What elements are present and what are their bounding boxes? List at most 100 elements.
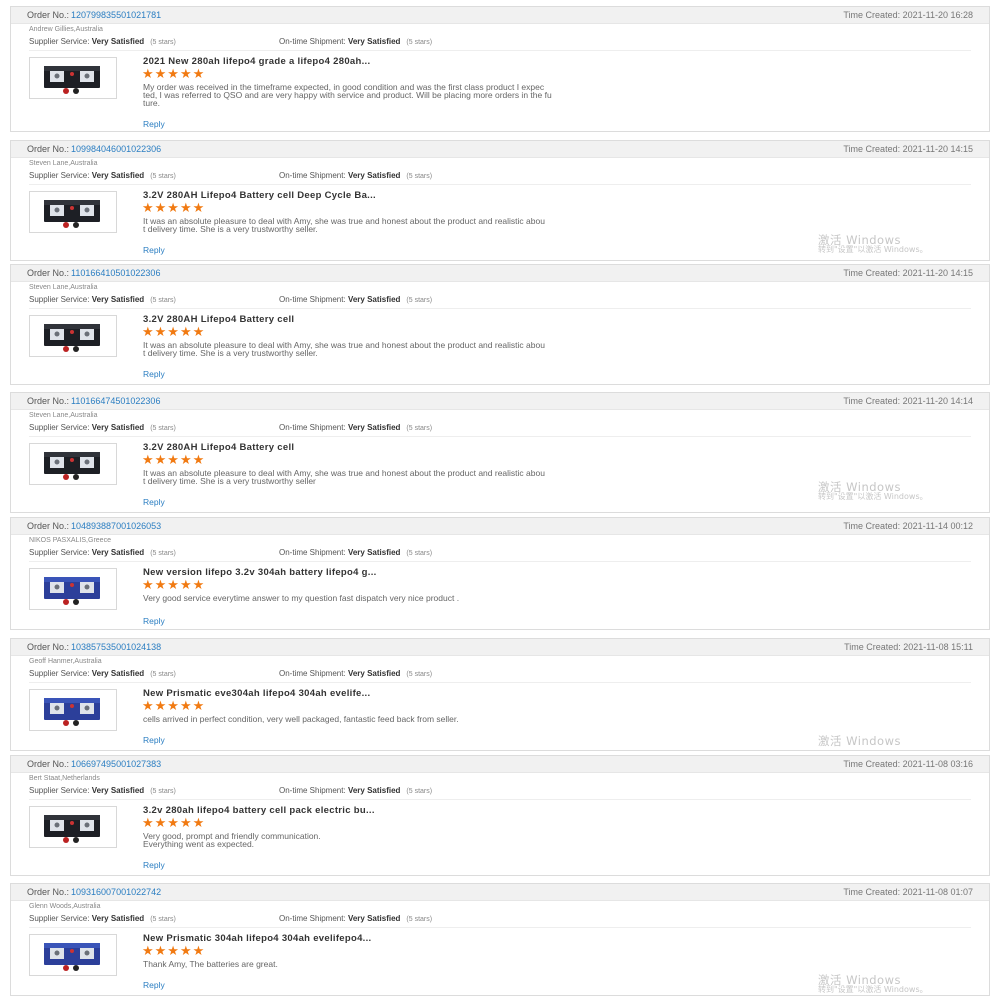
rating-stars: ★★★★★	[142, 66, 206, 81]
time-created-label: Time Created:	[843, 887, 901, 897]
reply-link[interactable]: Reply	[143, 860, 165, 870]
product-thumbnail[interactable]	[29, 689, 117, 731]
order-number-link[interactable]: 109984046001022306	[71, 144, 161, 154]
supplier-service-label: Supplier Service:	[29, 295, 90, 304]
buyer-name: NIKOS PASXALIS,Greece	[29, 537, 111, 544]
order-number-link[interactable]: 106697495001027383	[71, 759, 161, 769]
order-number-link[interactable]: 103857535001024138	[71, 642, 161, 652]
on-time-shipment-label: On-time Shipment:	[279, 914, 346, 923]
watermark-line2: 转到"设置"以激活 Windows。	[818, 985, 928, 994]
product-thumbnail[interactable]	[29, 57, 117, 99]
order-number-link[interactable]: 109316007001022742	[71, 887, 161, 897]
supplier-service-label: Supplier Service:	[29, 423, 90, 432]
order-number-link[interactable]: 110166410501022306	[71, 268, 160, 278]
on-time-shipment-label: On-time Shipment:	[279, 786, 346, 795]
order-number-label: Order No.:	[27, 396, 70, 406]
reply-link[interactable]: Reply	[143, 980, 165, 990]
review-card-5: Order No.: 104893887001026053 Time Create…	[10, 517, 990, 630]
on-time-shipment-value: Very Satisfied	[347, 786, 401, 795]
order-number-label: Order No.:	[27, 887, 70, 897]
supplier-service-rating: Supplier Service: Very Satisfied (5 stars…	[29, 171, 176, 180]
on-time-shipment-value: Very Satisfied	[347, 171, 401, 180]
buyer-name: Bert Staat,Netherlands	[29, 775, 100, 782]
supplier-service-value: Very Satisfied	[91, 171, 145, 180]
review-card-header: Order No.: 109316007001022742 Time Create…	[11, 884, 989, 901]
on-time-shipment-label: On-time Shipment:	[279, 423, 346, 432]
battery-cell-image	[44, 324, 100, 352]
supplier-service-stars: (5 stars)	[150, 425, 176, 432]
watermark-line2: 转到"设置"以激活 Windows。	[818, 245, 928, 254]
on-time-shipment-rating: On-time Shipment: Very Satisfied (5 stars…	[279, 171, 432, 180]
service-ratings: Supplier Service: Very Satisfied (5 stars…	[29, 423, 629, 432]
product-thumbnail[interactable]	[29, 934, 117, 976]
order-number-label: Order No.:	[27, 521, 70, 531]
divider	[29, 436, 971, 437]
review-card-header: Order No.: 110166410501022306 Time Create…	[11, 265, 989, 282]
service-ratings: Supplier Service: Very Satisfied (5 stars…	[29, 171, 629, 180]
reply-link[interactable]: Reply	[143, 369, 165, 379]
divider	[29, 799, 971, 800]
order-number-link[interactable]: 104893887001026053	[71, 521, 161, 531]
battery-cell-image	[44, 698, 100, 726]
product-thumbnail[interactable]	[29, 443, 117, 485]
product-thumbnail[interactable]	[29, 191, 117, 233]
time-created-value: 2021-11-20 16:28	[902, 10, 973, 20]
rating-stars: ★★★★★	[142, 815, 206, 830]
order-number-link[interactable]: 110166474501022306	[71, 396, 160, 406]
supplier-service-stars: (5 stars)	[150, 916, 176, 923]
on-time-shipment-rating: On-time Shipment: Very Satisfied (5 stars…	[279, 786, 432, 795]
supplier-service-stars: (5 stars)	[150, 39, 176, 46]
time-created: Time Created: 2021-11-08 01:07	[843, 884, 973, 900]
buyer-name: Geoff Hanmer,Australia	[29, 658, 102, 665]
review-card-1: Order No.: 12079983550102178​1 Time Creat…	[10, 6, 990, 132]
order-number-label: Order No.:	[27, 759, 70, 769]
service-ratings: Supplier Service: Very Satisfied (5 stars…	[29, 786, 629, 795]
on-time-shipment-label: On-time Shipment:	[279, 171, 346, 180]
on-time-shipment-rating: On-time Shipment: Very Satisfied (5 stars…	[279, 914, 432, 923]
rating-stars: ★★★★★	[142, 577, 206, 592]
battery-cell-image	[44, 943, 100, 971]
rating-stars: ★★★★★	[142, 452, 206, 467]
buyer-name: Andrew Gillies,Australia	[29, 26, 103, 33]
on-time-shipment-label: On-time Shipment:	[279, 548, 346, 557]
reply-link[interactable]: Reply	[143, 616, 165, 626]
windows-activation-watermark: 激活 Windows	[818, 735, 901, 747]
battery-cell-image	[44, 66, 100, 94]
reply-link[interactable]: Reply	[143, 245, 165, 255]
supplier-service-label: Supplier Service:	[29, 786, 90, 795]
supplier-service-stars: (5 stars)	[150, 788, 176, 795]
reply-link[interactable]: Reply	[143, 497, 165, 507]
product-thumbnail[interactable]	[29, 806, 117, 848]
divider	[29, 927, 971, 928]
review-card-header: Order No.: 110166474501022306 Time Create…	[11, 393, 989, 410]
order-number-link[interactable]: 12079983550102178​1	[71, 10, 161, 20]
divider	[29, 184, 971, 185]
reply-link[interactable]: Reply	[143, 735, 165, 745]
on-time-shipment-stars: (5 stars)	[406, 671, 433, 678]
supplier-service-value: Very Satisfied	[91, 423, 145, 432]
on-time-shipment-rating: On-time Shipment: Very Satisfied (5 stars…	[279, 669, 432, 678]
review-text: It was an absolute pleasure to deal with…	[143, 340, 545, 358]
service-ratings: Supplier Service: Very Satisfied (5 stars…	[29, 914, 629, 923]
time-created-label: Time Created:	[843, 759, 901, 769]
time-created: Time Created: 2021-11-08 03:16	[843, 756, 973, 772]
windows-activation-watermark: 激活 Windows 转到"设置"以激活 Windows。	[818, 233, 928, 255]
review-card-7: Order No.: 106697495001027383 Time Create…	[10, 755, 990, 876]
supplier-service-stars: (5 stars)	[150, 550, 176, 557]
reply-link[interactable]: Reply	[143, 119, 165, 129]
product-thumbnail[interactable]	[29, 568, 117, 610]
product-thumbnail[interactable]	[29, 315, 117, 357]
supplier-service-value: Very Satisfied	[91, 295, 145, 304]
on-time-shipment-rating: On-time Shipment: Very Satisfied (5 stars…	[279, 37, 432, 46]
review-text: Very good service everytime answer to my…	[143, 593, 460, 603]
supplier-service-value: Very Satisfied	[91, 914, 145, 923]
watermark-line2: 转到"设置"以激活 Windows。	[818, 492, 928, 501]
divider	[29, 561, 971, 562]
buyer-name: Glenn Woods,Australia	[29, 903, 101, 910]
time-created-value: 2021-11-20 14:15	[902, 268, 973, 278]
on-time-shipment-rating: On-time Shipment: Very Satisfied (5 stars…	[279, 548, 432, 557]
on-time-shipment-stars: (5 stars)	[406, 550, 433, 557]
on-time-shipment-value: Very Satisfied	[347, 37, 401, 46]
watermark-line1: 激活 Windows	[818, 233, 901, 247]
time-created: Time Created: 2021-11-14 00:12	[843, 518, 973, 534]
